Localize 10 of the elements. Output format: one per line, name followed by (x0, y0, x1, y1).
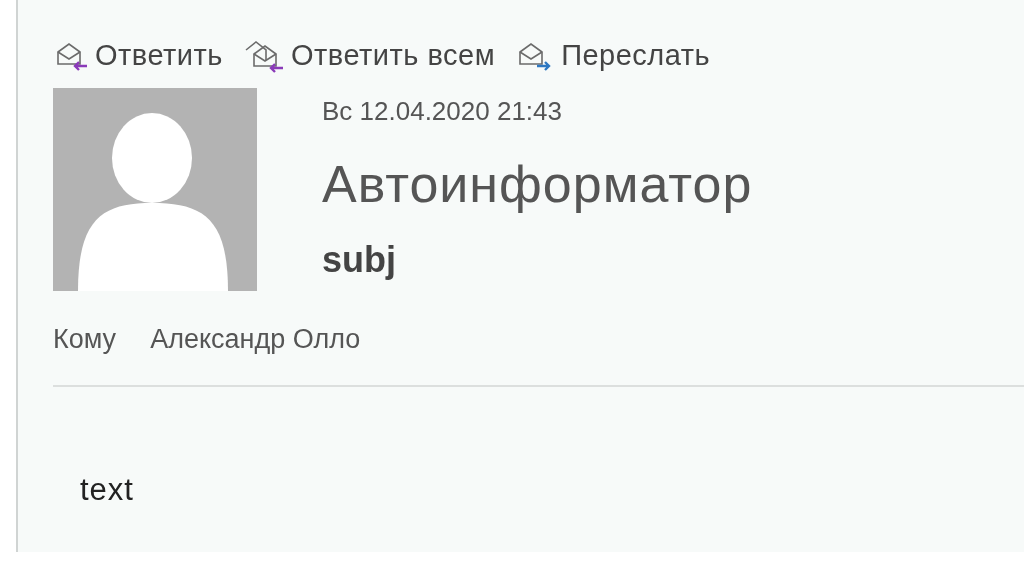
recipient-name: Александр Олло (150, 322, 361, 356)
sender-name: Автоинформатор (322, 153, 753, 215)
message-body: text (80, 471, 135, 509)
avatar-icon (53, 87, 257, 291)
toolbar-button[interactable]: Ответить всем (242, 34, 496, 78)
message-date: Вс 12.04.2020 21:43 (322, 94, 563, 128)
toolbar-button[interactable]: Ответить (53, 34, 223, 78)
recipient-label: Кому (53, 322, 117, 356)
message-subject: subj (322, 237, 397, 282)
toolbar-button[interactable]: Переслать (515, 34, 711, 78)
